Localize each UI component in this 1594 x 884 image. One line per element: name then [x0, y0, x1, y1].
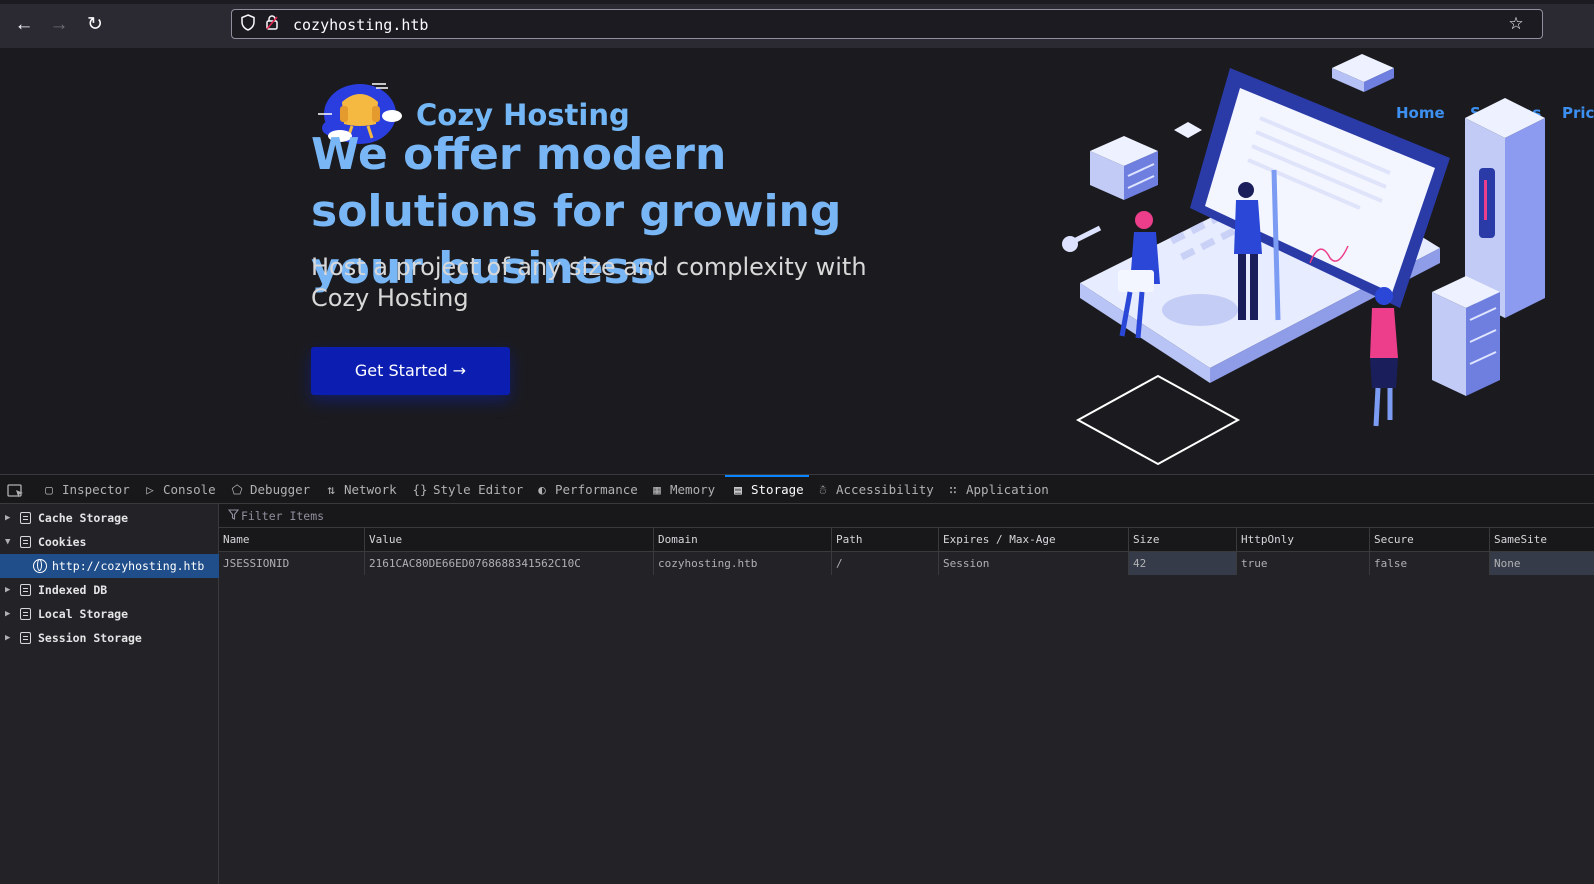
- cookie-value-cell[interactable]: 2161CAC80DE66ED0768688341562C10C: [365, 552, 654, 575]
- tab-inspector[interactable]: ▢ Inspector: [41, 475, 130, 504]
- tab-style-editor[interactable]: {} Style Editor: [412, 475, 523, 504]
- collapse-arrow-icon[interactable]: ▼: [5, 530, 10, 554]
- column-header-path[interactable]: Path: [832, 528, 939, 551]
- network-icon: ⇅: [327, 482, 335, 497]
- cookie-name-cell[interactable]: JSESSIONID: [219, 552, 365, 575]
- tab-debugger[interactable]: ⬠ Debugger: [229, 475, 311, 504]
- expand-arrow-icon[interactable]: ▶: [5, 506, 10, 530]
- url-text[interactable]: cozyhosting.htb: [293, 16, 428, 34]
- cookie-domain-cell[interactable]: cozyhosting.htb: [654, 552, 832, 575]
- storage-icon: [20, 512, 31, 524]
- get-started-button[interactable]: Get Started →: [311, 347, 510, 395]
- cookie-samesite-cell[interactable]: None: [1490, 552, 1594, 575]
- cookie-expires-cell[interactable]: Session: [939, 552, 1129, 575]
- shield-icon[interactable]: [238, 14, 258, 34]
- style-editor-icon: {}: [412, 482, 428, 497]
- expand-arrow-icon[interactable]: ▶: [5, 602, 10, 626]
- cookie-path-cell[interactable]: /: [832, 552, 939, 575]
- tree-item-indexed-db[interactable]: ▶ Indexed DB: [0, 578, 219, 602]
- cookie-secure-cell[interactable]: false: [1370, 552, 1490, 575]
- tree-item-cozyhosting-origin[interactable]: http://cozyhosting.htb: [0, 554, 219, 578]
- table-header: Name Value Domain Path Expires / Max-Age…: [219, 528, 1594, 552]
- tab-console[interactable]: ▷ Console: [142, 475, 215, 504]
- tab-application[interactable]: ∷ Application: [945, 475, 1049, 504]
- storage-icon: [20, 608, 31, 620]
- filter-items-input[interactable]: [241, 506, 641, 525]
- column-header-expires[interactable]: Expires / Max-Age: [939, 528, 1129, 551]
- console-icon: ▷: [146, 482, 154, 497]
- filter-bar: [219, 504, 1594, 528]
- back-icon[interactable]: ←: [11, 12, 37, 38]
- table-row[interactable]: JSESSIONID 2161CAC80DE66ED0768688341562C…: [219, 552, 1594, 575]
- storage-icon: [20, 584, 31, 596]
- storage-icon: [20, 536, 31, 548]
- forward-icon[interactable]: →: [46, 12, 72, 38]
- storage-icon: ▤: [734, 482, 742, 497]
- tab-memory[interactable]: ▦ Memory: [649, 475, 715, 504]
- debugger-icon: ⬠: [231, 482, 243, 497]
- tree-item-cookies[interactable]: ▼ Cookies: [0, 530, 219, 554]
- column-header-samesite[interactable]: SameSite: [1490, 528, 1594, 551]
- inspector-icon: ▢: [45, 482, 53, 497]
- reload-icon[interactable]: ↻: [82, 12, 108, 38]
- memory-icon: ▦: [653, 482, 661, 497]
- accessibility-icon: ☃: [819, 482, 827, 497]
- hero-subtitle: Host a project of any size and complexit…: [311, 253, 867, 312]
- cookie-size-cell[interactable]: 42: [1129, 552, 1237, 575]
- url-bar[interactable]: cozyhosting.htb ☆: [231, 9, 1543, 39]
- storage-sidebar: ▶ Cache Storage ▼ Cookies http://cozyhos…: [0, 504, 219, 884]
- tab-performance[interactable]: ◐ Performance: [534, 475, 638, 504]
- hero-illustration: [1062, 54, 1545, 466]
- column-header-domain[interactable]: Domain: [654, 528, 832, 551]
- application-icon: ∷: [949, 482, 957, 497]
- lock-warning-icon[interactable]: [262, 14, 282, 34]
- filter-icon: [227, 509, 240, 523]
- column-header-httponly[interactable]: HttpOnly: [1237, 528, 1370, 551]
- tab-strip: [0, 0, 1594, 4]
- column-header-secure[interactable]: Secure: [1370, 528, 1490, 551]
- tree-item-cache-storage[interactable]: ▶ Cache Storage: [0, 506, 219, 530]
- element-picker-icon[interactable]: [7, 475, 25, 504]
- storage-icon: [20, 632, 31, 644]
- tab-network[interactable]: ⇅ Network: [323, 475, 396, 504]
- web-page: Cozy Hosting Home Services Pricin We off…: [0, 48, 1594, 474]
- bookmark-star-icon[interactable]: ☆: [1506, 14, 1526, 34]
- performance-icon: ◐: [538, 482, 546, 497]
- devtools-toolbar: ▢ Inspector ▷ Console ⬠ Debugger ⇅ Network {…: [0, 474, 1594, 504]
- column-header-value[interactable]: Value: [365, 528, 654, 551]
- tree-item-local-storage[interactable]: ▶ Local Storage: [0, 602, 219, 626]
- tab-storage[interactable]: ▤ Storage: [725, 475, 809, 504]
- cookies-panel: Name Value Domain Path Expires / Max-Age…: [219, 504, 1594, 884]
- globe-icon: [33, 559, 47, 573]
- tree-item-session-storage[interactable]: ▶ Session Storage: [0, 626, 219, 650]
- tab-accessibility[interactable]: ☃ Accessibility: [815, 475, 934, 504]
- browser-toolbar: ← → ↻ cozyhosting.htb ☆: [0, 0, 1594, 49]
- column-header-size[interactable]: Size: [1129, 528, 1237, 551]
- cookie-httponly-cell[interactable]: true: [1237, 552, 1370, 575]
- expand-arrow-icon[interactable]: ▶: [5, 578, 10, 602]
- column-header-name[interactable]: Name: [219, 528, 365, 551]
- expand-arrow-icon[interactable]: ▶: [5, 626, 10, 650]
